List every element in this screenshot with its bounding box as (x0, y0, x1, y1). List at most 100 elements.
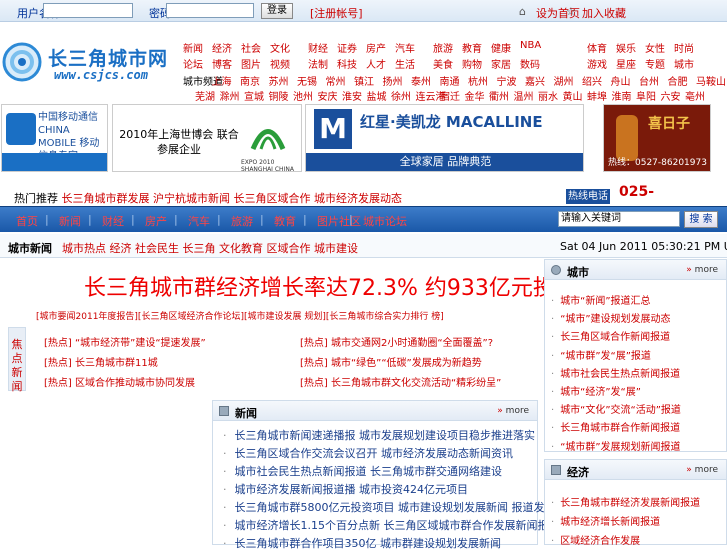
nav-link[interactable]: 数码 (520, 56, 540, 71)
nav-link[interactable]: 游戏 (587, 56, 607, 71)
nav-city-link[interactable]: 金华 (465, 88, 485, 103)
nav-city-link[interactable]: 南京 (240, 73, 260, 88)
nav-link[interactable]: 科技 (337, 56, 357, 71)
nav-city-link[interactable]: 蚌埠 (587, 88, 607, 103)
nav-city-link[interactable]: 马鞍山 (696, 73, 726, 88)
nav-link[interactable]: 生活 (395, 56, 415, 71)
login-button[interactable]: 登录 (261, 3, 293, 19)
nav-link[interactable]: 汽车 (395, 40, 415, 55)
banner-china-mobile[interactable]: 中国移动通信 CHINA MOBILE 移动信息专家 (1, 104, 108, 172)
nav-link[interactable]: 城市 (674, 56, 694, 71)
username-input[interactable] (43, 3, 133, 18)
menu-item[interactable]: 汽车 (188, 213, 210, 229)
menu-item[interactable]: 旅游 (231, 213, 253, 229)
nav-city-link[interactable]: 六安 (661, 88, 681, 103)
nav-city-link[interactable]: 宿迁 (440, 88, 460, 103)
nav-link[interactable]: 时尚 (674, 40, 694, 55)
nav-link[interactable]: 健康 (491, 40, 511, 55)
menu-item[interactable]: 教育 (274, 213, 296, 229)
nav-link[interactable]: 证券 (337, 40, 357, 55)
economy-news-more-link[interactable]: » more (686, 465, 718, 475)
city-news-item[interactable]: “城市”建设规划发展动态 (551, 310, 670, 325)
city-news-item[interactable]: 长三角区域合作新闻报道 (551, 328, 670, 343)
nav-link[interactable]: 论坛 (183, 56, 203, 71)
nav-city-link[interactable]: 上海 (212, 73, 232, 88)
nav-link[interactable]: 法制 (308, 56, 328, 71)
city-news-item[interactable]: 长三角城市群合作新闻报道 (551, 419, 680, 434)
nav-link[interactable]: 视频 (270, 56, 290, 71)
site-logo[interactable]: 长三角城市网 www.csjcs.com (2, 40, 180, 86)
city-news-item[interactable]: 城市“文化”交流“活动”报道 (551, 401, 681, 416)
nav-city-link[interactable]: 宁波 (497, 73, 517, 88)
focus-news-item[interactable]: [热点] 城市交通网2小时通勤圈“全面覆盖”? (300, 334, 493, 349)
nav-link[interactable]: 房产 (366, 40, 386, 55)
headline-sublinks[interactable]: [城市要闻2011年度报告][长三角区域经济合作论坛][城市建设发展 规划][长… (36, 309, 444, 322)
nav-city-link[interactable]: 无锡 (297, 73, 317, 88)
nav-link[interactable]: 社会 (241, 40, 261, 55)
news-list-item[interactable]: 城市经济增长1.15个百分点新 长三角区域城市群合作发展新闻报道 (223, 517, 560, 533)
city-news-item[interactable]: “城市群”发展规划新闻报道 (551, 438, 680, 453)
nav-city-link[interactable]: 舟山 (611, 73, 631, 88)
nav-city-link[interactable]: 安庆 (318, 88, 338, 103)
city-news-item[interactable]: 城市“新闻”报道汇总 (551, 292, 650, 307)
nav-link[interactable]: 新闻 (183, 40, 203, 55)
nav-link[interactable]: 购物 (462, 56, 482, 71)
nav-city-link[interactable]: 泰州 (411, 73, 431, 88)
menu-item[interactable]: 图片社区 (317, 213, 361, 229)
nav-link[interactable]: 体育 (587, 40, 607, 55)
nav-city-link[interactable]: 芜湖 (195, 88, 215, 103)
news-category-links[interactable]: 城市热点 经济 社会民生 长三角 文化教育 区域合作 城市建设 (62, 240, 358, 256)
search-button[interactable]: 搜 索 (684, 211, 718, 228)
nav-link[interactable]: 人才 (366, 56, 386, 71)
focus-news-item[interactable]: [热点] 城市“绿色”“低碳”发展成为新趋势 (300, 354, 482, 369)
nav-city-link[interactable]: 徐州 (391, 88, 411, 103)
economy-news-item[interactable]: 城市经济增长新闻报道 (551, 513, 660, 528)
menu-item[interactable]: 城市论坛 (363, 213, 407, 229)
nav-link[interactable]: 女性 (645, 40, 665, 55)
nav-city-link[interactable]: 淮南 (612, 88, 632, 103)
nav-link[interactable]: 图片 (241, 56, 261, 71)
banner-expo[interactable]: 2010年上海世博会 联合参展企业 EXPO 2010 SHANGHAI CHI… (112, 104, 302, 172)
nav-city-link[interactable]: 宣城 (244, 88, 264, 103)
nav-city-link[interactable]: 温州 (514, 88, 534, 103)
economy-news-item[interactable]: 长三角城市群经济发展新闻报道 (551, 494, 700, 509)
register-link[interactable]: [注册帐号] (310, 5, 363, 21)
menu-item[interactable]: 新闻 (59, 213, 81, 229)
nav-link[interactable]: 文化 (270, 40, 290, 55)
nav-link[interactable]: 财经 (308, 40, 328, 55)
focus-news-item[interactable]: [热点] 长三角城市群11城 (44, 354, 158, 369)
nav-city-link[interactable]: 阜阳 (636, 88, 656, 103)
focus-news-item[interactable]: [热点] “城市经济带”建设“提速发展” (44, 334, 206, 349)
nav-city-link[interactable]: 亳州 (685, 88, 705, 103)
news-list-item[interactable]: 城市经济发展新闻报道播 城市投资424亿元项目 (223, 481, 469, 497)
nav-link[interactable]: 星座 (616, 56, 636, 71)
news-list-item[interactable]: 长三角城市新闻速递播报 城市发展规划建设项目稳步推进落实 (223, 427, 536, 443)
nav-city-link[interactable]: 池州 (293, 88, 313, 103)
nav-city-link[interactable]: 镇江 (354, 73, 374, 88)
nav-city-link[interactable]: 杭州 (468, 73, 488, 88)
news-list-item[interactable]: 长三角城市群合作项目350亿 城市群建设规划发展新闻 (223, 535, 502, 551)
nav-link[interactable]: 娱乐 (616, 40, 636, 55)
nav-city-link[interactable]: 丽水 (538, 88, 558, 103)
news-list-item[interactable]: 城市社会民生热点新闻报道 长三角城市群交通网络建设 (223, 463, 503, 479)
nav-link[interactable]: 教育 (462, 40, 482, 55)
nav-city-link[interactable]: 南通 (440, 73, 460, 88)
nav-city-link[interactable]: 台州 (639, 73, 659, 88)
nav-city-link[interactable]: 淮安 (342, 88, 362, 103)
nav-city-link[interactable]: 衢州 (489, 88, 509, 103)
banner-xirizi[interactable]: 喜日子 热线：0527-86201973 (603, 104, 711, 172)
password-input[interactable] (166, 3, 254, 18)
nav-city-link[interactable]: 扬州 (383, 73, 403, 88)
nav-city-link[interactable]: 湖州 (554, 73, 574, 88)
nav-city-link[interactable]: 绍兴 (582, 73, 602, 88)
hot-recommend-links[interactable]: 长三角城市群发展 沪宁杭城市新闻 长三角区域合作 城市经济发展动态 (62, 192, 403, 205)
city-news-item[interactable]: 城市社会民生热点新闻报道 (551, 365, 680, 380)
search-input[interactable]: 请输入关键词 (558, 211, 680, 227)
nav-link[interactable]: 博客 (212, 56, 232, 71)
nav-city-link[interactable]: 黄山 (563, 88, 583, 103)
city-news-item[interactable]: 城市“经济”发“展” (551, 383, 641, 398)
menu-item[interactable]: 财经 (102, 213, 124, 229)
news-list-item[interactable]: 长三角区域合作交流会议召开 城市经济发展动态新闻资讯 (223, 445, 514, 461)
nav-link[interactable]: 旅游 (433, 40, 453, 55)
nav-city-link[interactable]: 嘉兴 (525, 73, 545, 88)
